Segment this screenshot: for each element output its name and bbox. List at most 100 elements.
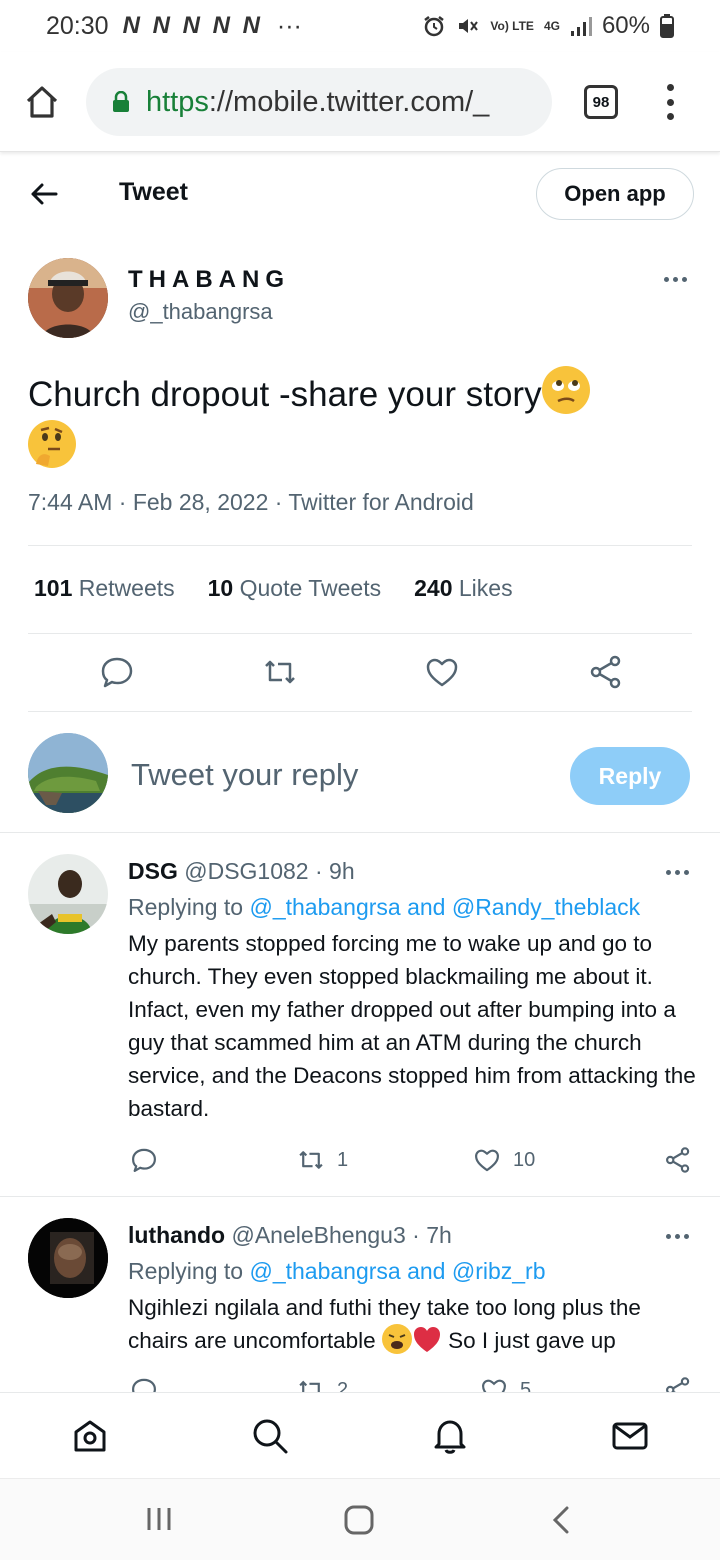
reply-time: · 9h: [314, 858, 355, 884]
reply-author-handle[interactable]: @AneleBhengu3: [231, 1222, 405, 1248]
replying-mentions[interactable]: @_thabangrsa and @Randy_theblack: [249, 894, 640, 920]
url-scheme: https: [146, 85, 209, 118]
divider: [28, 633, 692, 634]
browser-toolbar: https://mobile.twitter.com/_ 98: [0, 52, 720, 152]
alarm-icon: [424, 16, 445, 37]
reply-input[interactable]: Tweet your reply: [131, 757, 358, 793]
reply-like-button[interactable]: 5: [480, 1376, 531, 1392]
reply-tweet[interactable]: DSG @DSG1082 · 9h Replying to @_thabangr…: [0, 832, 720, 1196]
reply-text: Ngihlezi ngilala and futhi they take too…: [128, 1291, 698, 1357]
reply-author-handle[interactable]: @DSG1082: [184, 858, 308, 884]
reply-retweet-count: 1: [337, 1148, 349, 1171]
reply-retweet-button[interactable]: 1: [297, 1146, 348, 1174]
reply-action-bar: 1 10: [0, 1146, 720, 1176]
tweet-page-header: Tweet Open app: [0, 160, 720, 228]
reply-retweet-button[interactable]: 2: [297, 1376, 348, 1392]
reply-tweet[interactable]: luthando @AneleBhengu3 · 7h Replying to …: [0, 1196, 720, 1392]
reply-button[interactable]: Reply: [570, 747, 690, 805]
reply-reply-button[interactable]: [130, 1146, 158, 1174]
tweet-action-bar: [0, 654, 720, 694]
search-tab-icon[interactable]: [251, 1417, 289, 1455]
thinking-emoji-icon: [28, 420, 76, 468]
author-avatar[interactable]: [28, 258, 108, 338]
mute-icon: [459, 19, 479, 33]
reply-text: My parents stopped forcing me to wake up…: [128, 931, 696, 1121]
url-text: ://mobile.twitter.com/_: [208, 85, 490, 118]
battery-percent: 60%: [601, 12, 650, 39]
replying-prefix: Replying to: [128, 1258, 244, 1284]
eye-roll-emoji-icon: [541, 366, 590, 414]
reply-more-icon[interactable]: [666, 870, 689, 875]
bottom-tab-bar: [0, 1392, 720, 1478]
recent-apps-icon[interactable]: [145, 1505, 173, 1533]
like-icon[interactable]: [424, 654, 460, 690]
quote-tweets-stat[interactable]: 10 Quote Tweets: [208, 575, 381, 602]
lock-icon: [113, 91, 129, 112]
battery-icon: [660, 14, 674, 38]
status-time: 20:30: [46, 11, 109, 40]
tweet-text-content: Church dropout -share your story: [28, 375, 542, 414]
tweet-more-icon[interactable]: [664, 277, 687, 282]
system-back-icon[interactable]: [548, 1505, 574, 1535]
network-gen-label: 4G: [543, 19, 560, 33]
browser-menu-icon[interactable]: [664, 84, 676, 120]
retweets-stat[interactable]: 101 Retweets: [34, 575, 175, 602]
back-arrow-icon[interactable]: [28, 178, 60, 210]
retweet-icon[interactable]: [262, 654, 298, 690]
retweet-icon: [299, 1151, 323, 1169]
divider: [28, 711, 692, 712]
messages-tab-icon[interactable]: [611, 1417, 649, 1455]
reply-time: · 7h: [412, 1222, 452, 1248]
retweet-icon: [299, 1380, 320, 1392]
home-icon[interactable]: [24, 84, 60, 120]
tab-switcher-button[interactable]: 98: [584, 85, 618, 119]
replying-mentions[interactable]: @_thabangrsa and @ribz_rb: [249, 1258, 545, 1284]
author-name[interactable]: THABANG: [128, 266, 290, 294]
retweets-label: Retweets: [78, 575, 175, 601]
url-bar[interactable]: https://mobile.twitter.com/_: [86, 68, 552, 136]
page-title: Tweet: [119, 178, 188, 206]
notification-overflow: ···: [276, 11, 302, 40]
signal-icon: [570, 17, 592, 36]
volte-label: Vo) LTE: [490, 19, 534, 33]
reply-reply-button[interactable]: [130, 1376, 158, 1392]
notifications-tab-icon[interactable]: [431, 1417, 469, 1455]
reply-like-button[interactable]: 10: [473, 1146, 535, 1174]
replying-prefix: Replying to: [128, 894, 244, 920]
reply-author-avatar[interactable]: [28, 854, 108, 934]
likes-stat[interactable]: 240 Likes: [414, 575, 512, 602]
divider: [28, 545, 692, 546]
reply-author-avatar[interactable]: [28, 1218, 108, 1298]
open-app-button[interactable]: Open app: [536, 168, 694, 220]
home-tab-icon[interactable]: [71, 1417, 109, 1455]
reply-action-bar: 2 5: [0, 1376, 720, 1392]
reply-share-button[interactable]: [664, 1146, 692, 1174]
reply-icon[interactable]: [99, 654, 135, 690]
author-handle[interactable]: @_thabangrsa: [128, 299, 273, 325]
quotes-count: 10: [207, 575, 234, 601]
system-home-icon[interactable]: [344, 1505, 374, 1535]
reply-header: DSG @DSG1082 · 9h: [128, 858, 355, 885]
status-bar: 20:30 N N N N N ··· Vo) LTE 4G 60%: [0, 0, 720, 52]
quotes-label: Quote Tweets: [239, 575, 382, 601]
like-icon: [475, 1149, 499, 1172]
reply-more-icon[interactable]: [666, 1234, 689, 1239]
retweets-count: 101: [34, 575, 73, 601]
reply-author-name[interactable]: luthando: [128, 1222, 225, 1248]
reply-retweet-count: 2: [337, 1378, 349, 1393]
notification-icons: N N N N N: [122, 12, 263, 39]
reply-share-button[interactable]: [664, 1376, 692, 1392]
reply-author-name[interactable]: DSG: [128, 858, 178, 884]
tweet-timestamp[interactable]: 7:44 AM · Feb 28, 2022 · Twitter for And…: [28, 489, 474, 516]
tweet-stats: 101 Retweets 10 Quote Tweets 240 Likes: [34, 575, 513, 602]
like-icon: [482, 1379, 506, 1392]
replying-to: Replying to @_thabangrsa and @ribz_rb: [128, 1258, 546, 1285]
share-icon[interactable]: [588, 654, 624, 690]
reply-text-part2: So I just gave up: [448, 1328, 616, 1353]
reply-like-count: 5: [520, 1378, 532, 1393]
tweet-text: Church dropout -share your story: [28, 366, 688, 472]
system-nav-bar: [0, 1478, 720, 1560]
reply-header: luthando @AneleBhengu3 · 7h: [128, 1222, 452, 1249]
user-avatar[interactable]: [28, 733, 108, 813]
share-icon: [666, 1147, 690, 1173]
